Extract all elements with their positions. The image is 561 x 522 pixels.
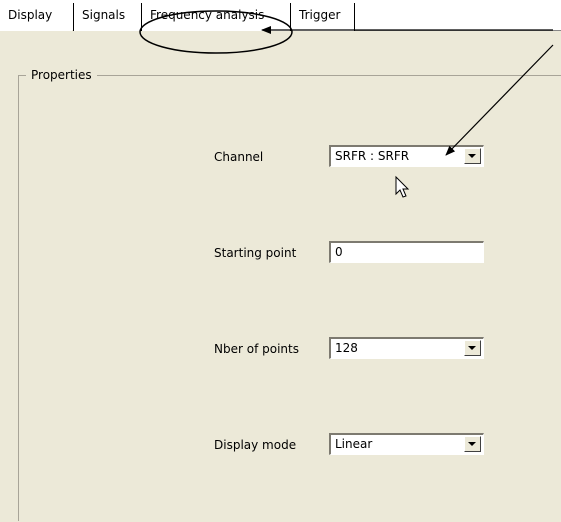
channel-select[interactable]: SRFR : SRFR xyxy=(329,145,484,167)
channel-value: SRFR : SRFR xyxy=(335,149,410,163)
display-mode-select[interactable]: Linear xyxy=(329,433,484,455)
starting-point-input[interactable]: 0 xyxy=(329,241,484,263)
display-mode-dropdown-button[interactable] xyxy=(464,436,481,452)
nber-of-points-select[interactable]: 128 xyxy=(329,337,484,359)
display-mode-label: Display mode xyxy=(214,438,297,452)
display-mode-value: Linear xyxy=(335,437,373,451)
channel-label: Channel xyxy=(214,150,264,164)
tab-divider xyxy=(354,3,355,31)
nber-of-points-label: Nber of points xyxy=(214,342,299,356)
tab-baseline xyxy=(355,30,561,31)
properties-title: Properties xyxy=(26,66,97,84)
chevron-down-icon xyxy=(468,346,476,350)
tab-display[interactable]: Display xyxy=(0,0,72,31)
tab-signals[interactable]: Signals xyxy=(74,0,140,31)
chevron-down-icon xyxy=(468,154,476,158)
tab-trigger[interactable]: Trigger xyxy=(291,0,354,31)
starting-point-label: Starting point xyxy=(214,246,297,260)
nber-of-points-dropdown-button[interactable] xyxy=(464,340,481,356)
chevron-down-icon xyxy=(468,442,476,446)
channel-dropdown-button[interactable] xyxy=(464,148,481,164)
tab-frequency-analysis[interactable]: Frequency analysis xyxy=(142,0,289,31)
nber-of-points-value: 128 xyxy=(335,341,358,355)
